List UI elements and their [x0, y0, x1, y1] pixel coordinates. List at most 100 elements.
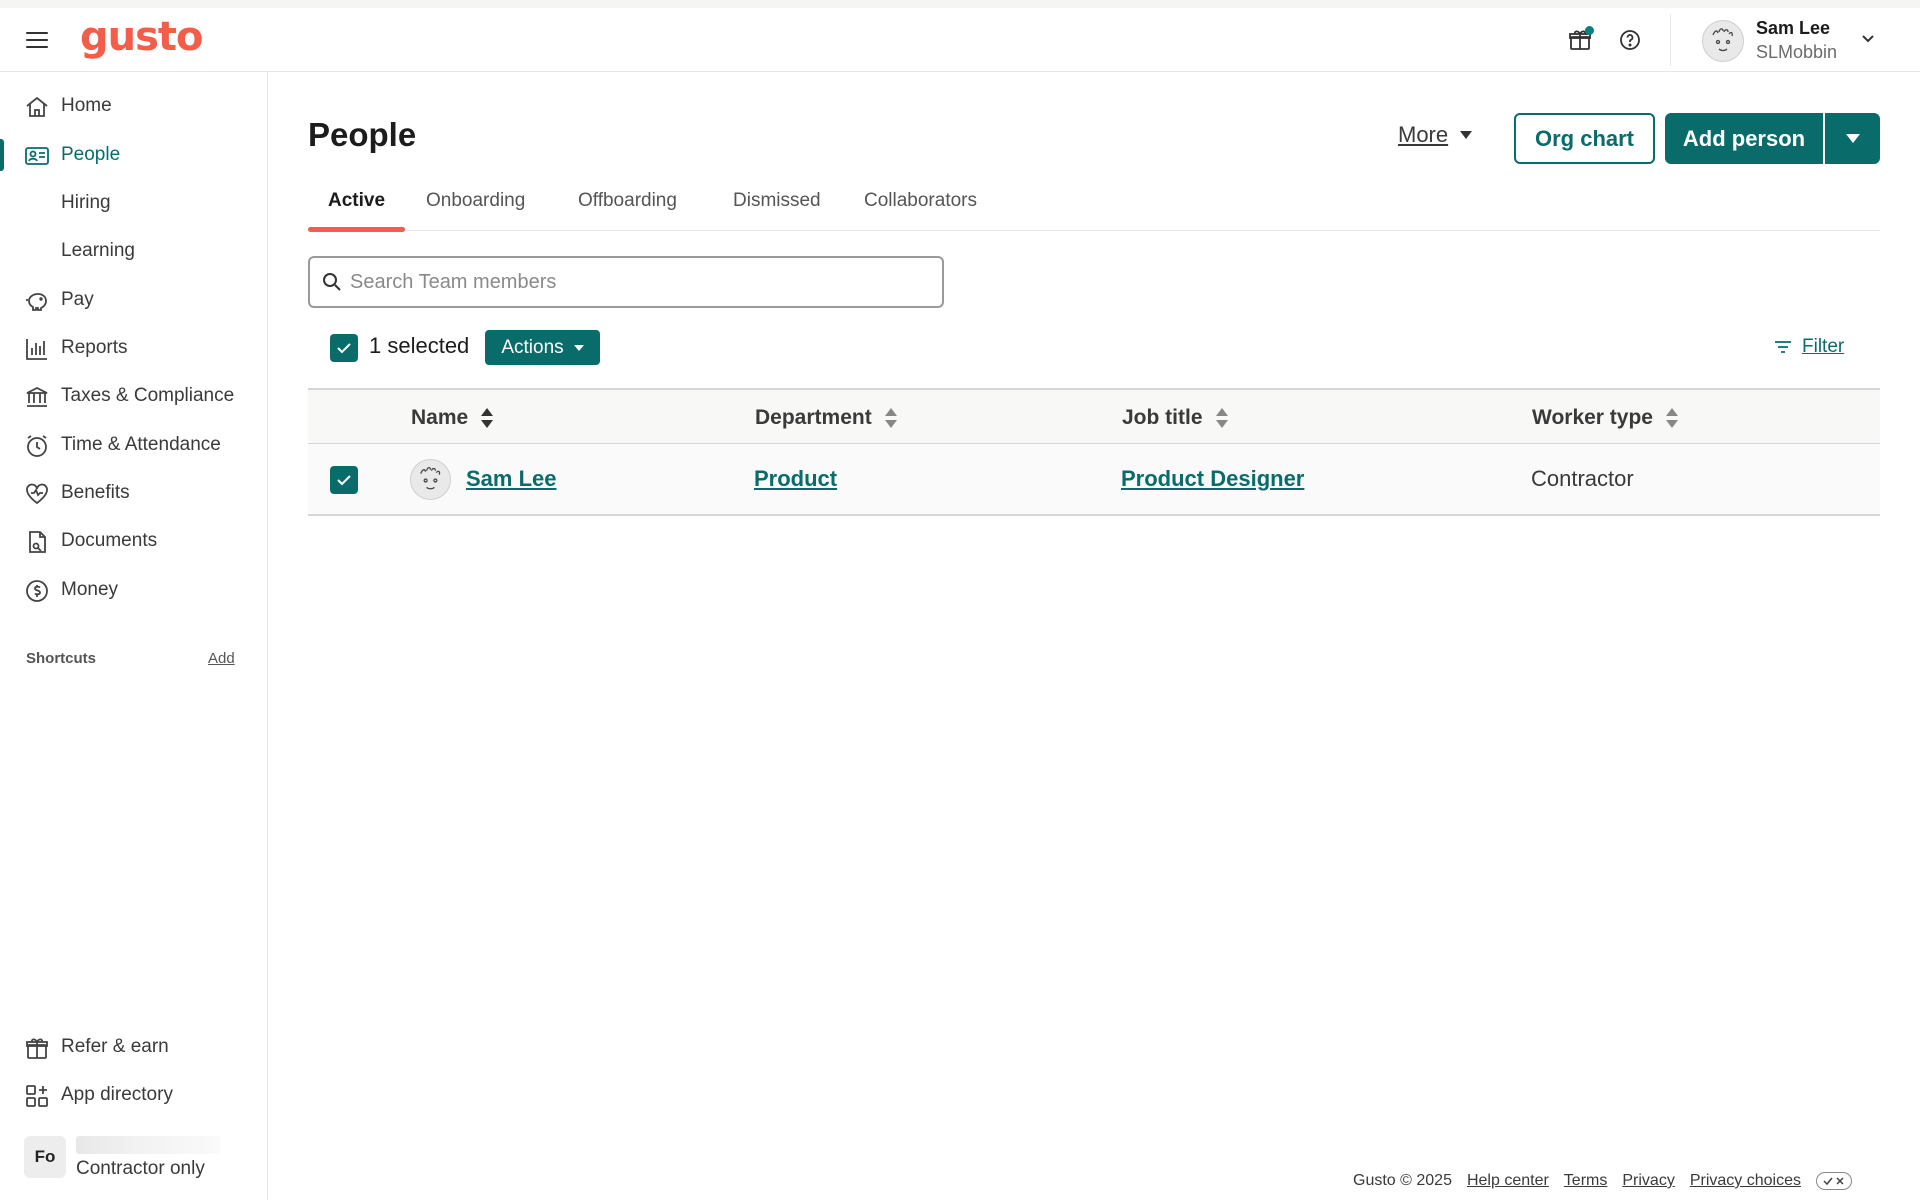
privacy-toggle-icon[interactable]	[1815, 1172, 1852, 1190]
page-title: People	[308, 116, 417, 153]
search-icon	[323, 273, 341, 291]
apps-grid-icon	[26, 1085, 48, 1107]
selection-count: 1 selected	[369, 333, 470, 358]
sidebar-item-documents[interactable]: Documents	[0, 521, 267, 561]
sidebar-item-label: Taxes & Compliance	[61, 385, 235, 406]
top-divider	[1670, 14, 1671, 66]
bank-icon	[26, 386, 48, 407]
employee-name-link[interactable]: Sam Lee	[466, 466, 557, 492]
tab-onboarding[interactable]: Onboarding	[426, 190, 525, 231]
sidebar-item-learning[interactable]: Learning	[0, 231, 267, 271]
footer-copyright: Gusto © 2025	[1353, 1172, 1452, 1189]
clock-icon	[27, 435, 47, 457]
dollar-icon	[26, 580, 48, 602]
sidebar-item-home[interactable]: Home	[0, 86, 267, 126]
sort-icon	[481, 408, 494, 428]
help-icon[interactable]	[1614, 24, 1646, 56]
gusto-logo[interactable]: gusto	[80, 14, 204, 60]
org-chart-button[interactable]: Org chart	[1514, 113, 1655, 164]
column-header-worker-type[interactable]: Worker type	[1532, 406, 1679, 430]
column-header-label: Job title	[1122, 406, 1203, 429]
notification-dot	[1585, 26, 1594, 35]
hamburger-icon[interactable]	[26, 32, 48, 50]
sidebar-item-label: Pay	[61, 289, 94, 310]
sidebar-item-label: Reports	[61, 337, 128, 358]
sort-icon	[1666, 408, 1678, 428]
tab-collaborators[interactable]: Collaborators	[864, 190, 977, 231]
sidebar-item-label: Home	[61, 95, 112, 116]
sidebar-item-people[interactable]: People	[0, 135, 267, 175]
actions-button[interactable]: Actions	[485, 330, 600, 365]
heart-icon	[26, 483, 48, 505]
filter-label: Filter	[1802, 336, 1845, 357]
user-menu[interactable]: Sam Lee SLMobbin	[1700, 12, 1900, 68]
sidebar-item-label: App directory	[61, 1084, 173, 1105]
checkmark-icon	[337, 475, 351, 486]
footer-link-help-center[interactable]: Help center	[1467, 1172, 1549, 1190]
company-name-redacted	[76, 1136, 220, 1154]
column-header-department[interactable]: Department	[755, 406, 898, 430]
job-title-link[interactable]: Product Designer	[1121, 466, 1304, 492]
sidebar-item-label: Hiring	[61, 192, 111, 213]
sidebar-item-taxes[interactable]: Taxes & Compliance	[0, 376, 267, 416]
people-card-icon	[25, 147, 49, 165]
tab-active[interactable]: Active	[308, 190, 405, 232]
column-header-label: Name	[411, 406, 469, 429]
user-company: SLMobbin	[1756, 42, 1838, 62]
sidebar-item-money[interactable]: Money	[0, 570, 267, 610]
actions-label: Actions	[501, 336, 564, 358]
sidebar-item-benefits[interactable]: Benefits	[0, 473, 267, 513]
active-tab-underline	[308, 227, 405, 232]
sidebar-item-hiring[interactable]: Hiring	[0, 183, 267, 223]
sort-icon	[1215, 408, 1228, 428]
select-all-checkbox[interactable]	[330, 334, 358, 362]
add-person-button[interactable]: Add person	[1665, 113, 1823, 164]
company-initials[interactable]: Fo	[24, 1136, 66, 1178]
sidebar-item-reports[interactable]: Reports	[0, 328, 267, 368]
footer-link-privacy-choices[interactable]: Privacy choices	[1690, 1172, 1801, 1190]
more-button[interactable]: More	[1398, 122, 1473, 148]
gift-icon	[26, 1038, 48, 1059]
caret-down-icon	[1460, 131, 1473, 139]
table-row[interactable]: Sam Lee Product Product Designer Contrac…	[308, 444, 1880, 516]
tab-dismissed[interactable]: Dismissed	[733, 190, 821, 231]
bar-chart-icon	[26, 339, 47, 360]
sidebar-item-time[interactable]: Time & Attendance	[0, 425, 267, 465]
sidebar-item-app-directory[interactable]: App directory	[0, 1075, 267, 1115]
department-link[interactable]: Product	[754, 466, 837, 492]
sidebar-item-label: People	[61, 144, 121, 165]
shortcuts-add-link[interactable]: Add	[208, 650, 235, 667]
sidebar-item-label: Benefits	[61, 482, 130, 503]
sidebar-item-label: Money	[61, 579, 119, 600]
top-strip	[0, 0, 1920, 8]
footer-link-terms[interactable]: Terms	[1564, 1172, 1608, 1190]
column-header-name[interactable]: Name	[411, 406, 494, 430]
chevron-down-icon[interactable]	[1860, 30, 1876, 46]
add-person-menu-button[interactable]	[1825, 113, 1880, 164]
gift-icon[interactable]	[1564, 24, 1596, 56]
worker-type-cell: Contractor	[1531, 466, 1634, 491]
active-indicator	[0, 139, 4, 171]
caret-down-icon	[1845, 134, 1860, 143]
avatar	[410, 459, 451, 500]
filter-icon	[1775, 341, 1791, 353]
sidebar-item-pay[interactable]: Pay	[0, 280, 267, 320]
sidebar: Home People Hiring Learning Pay Reports …	[0, 72, 268, 1200]
sidebar-item-refer[interactable]: Refer & earn	[0, 1027, 267, 1067]
document-icon	[29, 531, 46, 553]
sort-icon	[884, 408, 897, 428]
checkmark-icon	[337, 343, 351, 354]
more-label: More	[1398, 122, 1449, 147]
row-checkbox[interactable]	[330, 466, 358, 494]
shortcuts-label: Shortcuts	[26, 650, 97, 667]
user-name: Sam Lee	[1756, 18, 1831, 38]
column-header-label: Department	[755, 406, 872, 429]
footer-link-privacy[interactable]: Privacy	[1622, 1172, 1674, 1190]
sidebar-item-label: Learning	[61, 240, 135, 261]
column-header-job-title[interactable]: Job title	[1122, 406, 1229, 430]
search-box	[308, 256, 944, 308]
filter-button[interactable]: Filter	[1774, 336, 1844, 358]
tab-offboarding[interactable]: Offboarding	[578, 190, 677, 231]
table-header: Name Department Job title Worker type	[308, 388, 1880, 444]
search-input[interactable]	[350, 268, 930, 296]
